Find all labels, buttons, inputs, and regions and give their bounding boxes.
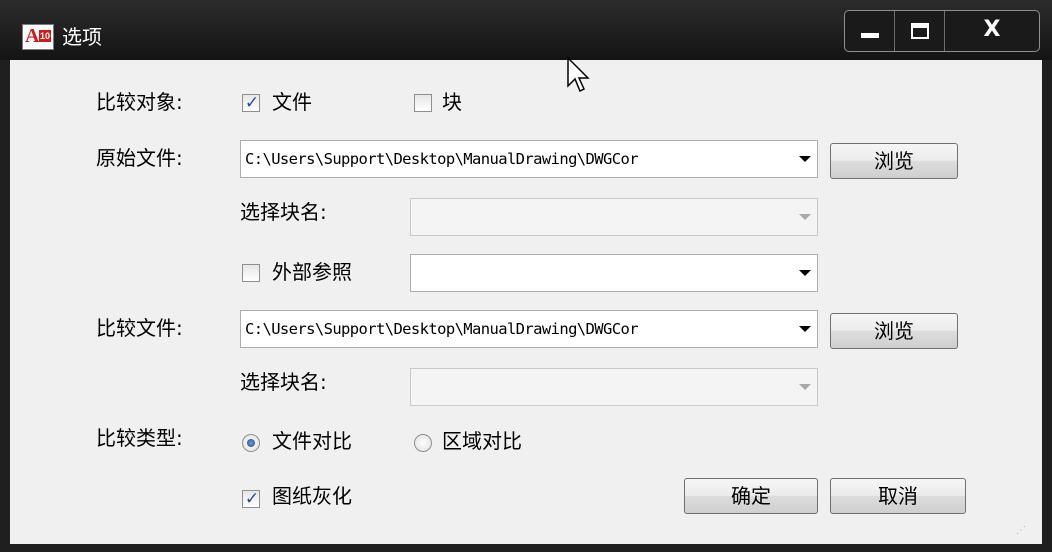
original-file-path: C:\Users\Support\Desktop\ManualDrawing\D…: [245, 150, 639, 168]
minimize-icon: [861, 33, 879, 38]
chevron-down-icon[interactable]: [799, 270, 811, 276]
file-checkbox[interactable]: ✓: [242, 93, 260, 113]
mouse-cursor-icon: [567, 56, 590, 93]
minimize-button[interactable]: [845, 11, 895, 51]
original-browse-button[interactable]: 浏览: [830, 143, 958, 179]
check-mark-icon: ✓: [244, 93, 260, 113]
radio-selected-icon: [247, 439, 255, 447]
compare-type-label: 比较类型:: [96, 426, 183, 450]
original-select-block-label: 选择块名:: [240, 200, 327, 224]
file-compare-radio[interactable]: [242, 434, 260, 452]
gray-out-checkbox[interactable]: ✓: [242, 489, 260, 509]
file-compare-label[interactable]: 文件对比: [272, 427, 352, 455]
gray-out-label[interactable]: 图纸灰化: [272, 482, 352, 510]
window-title: 选项: [62, 25, 102, 49]
title-bar[interactable]: A 10 选项 X: [0, 0, 1052, 60]
block-checkbox[interactable]: [414, 94, 432, 112]
original-file-combo[interactable]: C:\Users\Support\Desktop\ManualDrawing\D…: [240, 140, 818, 178]
app-icon: A 10: [22, 24, 54, 50]
chevron-down-icon[interactable]: [799, 326, 811, 332]
maximize-button[interactable]: [895, 11, 945, 51]
xref-checkbox[interactable]: [242, 264, 260, 282]
dialog-body: 比较对象: ✓ 文件 块 原始文件: C:\Users\Support\Desk…: [10, 60, 1042, 544]
options-dialog: A 10 选项 X 比较对象: ✓ 文件 块 原始文件: C:\Users\Sup…: [0, 0, 1052, 552]
compare-browse-button[interactable]: 浏览: [830, 313, 958, 349]
region-compare-label[interactable]: 区域对比: [442, 427, 522, 455]
caption-buttons: X: [844, 10, 1040, 52]
file-checkbox-label[interactable]: 文件: [272, 88, 312, 116]
original-block-combo[interactable]: [410, 198, 818, 236]
close-button[interactable]: X: [945, 11, 1039, 51]
compare-file-combo[interactable]: C:\Users\Support\Desktop\ManualDrawing\D…: [240, 310, 818, 348]
resize-grip[interactable]: ⋰: [1016, 526, 1032, 536]
original-file-label: 原始文件:: [96, 146, 183, 170]
xref-combo[interactable]: [410, 254, 818, 292]
chevron-down-icon: [799, 214, 811, 220]
maximize-icon: [911, 23, 929, 39]
compare-file-label: 比较文件:: [96, 316, 183, 340]
cancel-button[interactable]: 取消: [830, 478, 966, 514]
compare-object-label: 比较对象:: [96, 90, 183, 114]
region-compare-radio[interactable]: [414, 434, 432, 452]
compare-block-combo[interactable]: [410, 368, 818, 406]
close-icon: X: [983, 17, 1001, 42]
block-checkbox-label[interactable]: 块: [442, 88, 462, 116]
check-mark-icon: ✓: [244, 489, 260, 509]
xref-label[interactable]: 外部参照: [272, 258, 352, 286]
ok-button[interactable]: 确定: [684, 478, 818, 514]
chevron-down-icon: [799, 384, 811, 390]
chevron-down-icon[interactable]: [799, 156, 811, 162]
compare-select-block-label: 选择块名:: [240, 370, 327, 394]
compare-file-path: C:\Users\Support\Desktop\ManualDrawing\D…: [245, 320, 639, 338]
